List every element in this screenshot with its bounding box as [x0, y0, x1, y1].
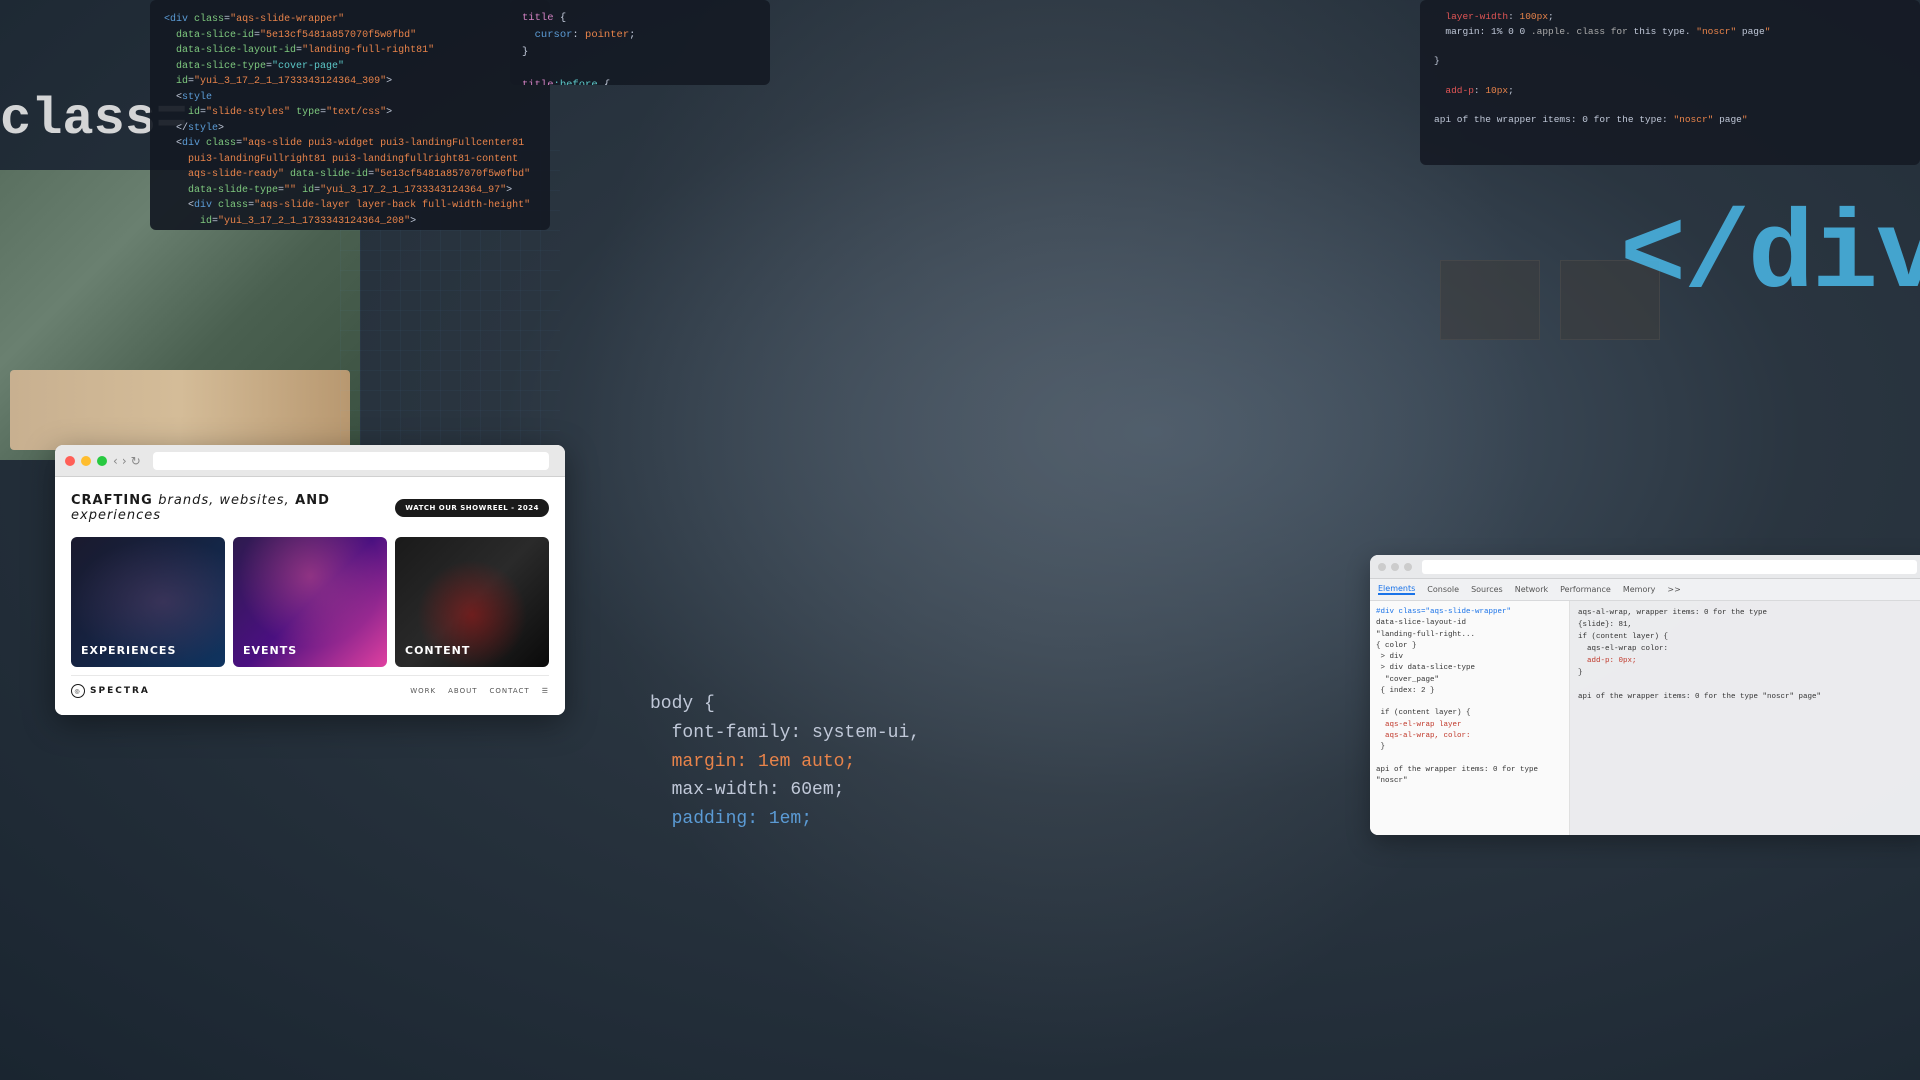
nav-menu[interactable]: ☰	[542, 687, 549, 695]
nav-work[interactable]: WORK	[410, 687, 436, 695]
card-content-label: CONTENT	[405, 644, 470, 657]
code-panel-topright: layer-width: 100px; margin: 1% 0 0 .appl…	[1420, 0, 1920, 165]
browser-maximize-dot	[97, 456, 107, 466]
wall-frame-1	[1440, 260, 1540, 340]
devtools-dot-2	[1391, 563, 1399, 571]
nav-contact[interactable]: CONTACT	[490, 687, 530, 695]
person-silhouette	[576, 0, 1536, 1080]
devtools-tab-more[interactable]: >>	[1667, 585, 1680, 594]
card-content[interactable]: CONTENT	[395, 537, 549, 667]
website-nav: WORK ABOUT CONTACT ☰	[410, 687, 549, 695]
card-experiences[interactable]: EXPERIENCES	[71, 537, 225, 667]
devtools-body: #div class="aqs-slide-wrapper" data-slic…	[1370, 601, 1920, 835]
headline-text: CRAFTING brands, websites, AND experienc…	[71, 493, 395, 523]
devtools-tab-performance[interactable]: Performance	[1560, 585, 1611, 594]
browser-close-dot	[65, 456, 75, 466]
website-cards: EXPERIENCES EVENTS CONTENT	[71, 537, 549, 667]
browser-url-bar	[153, 452, 549, 470]
logo-icon: ◎	[71, 684, 85, 698]
code-panel-topleft: <div class="aqs-slide-wrapper" data-slic…	[150, 0, 550, 230]
devtools-right-panel: aqs-al-wrap, wrapper items: 0 for the ty…	[1570, 601, 1920, 835]
logo-text: SPECTRA	[90, 686, 150, 696]
showreel-button[interactable]: WATCH OUR SHOWREEL - 2024	[395, 499, 549, 517]
card-experiences-label: EXPERIENCES	[81, 644, 176, 657]
devtools-tab-memory[interactable]: Memory	[1623, 585, 1656, 594]
website-content: CRAFTING brands, websites, AND experienc…	[55, 477, 565, 715]
devtools-urlbar	[1422, 560, 1917, 574]
devtools-dot-3	[1404, 563, 1412, 571]
css-code-bottom: body { font-family: system-ui, margin: 1…	[650, 690, 1070, 890]
website-headline: CRAFTING brands, websites, AND experienc…	[71, 493, 549, 523]
card-events-label: EVENTS	[243, 644, 297, 657]
code-panel-topcenter: title { cursor: pointer; } title:before …	[510, 0, 770, 85]
devtools-tab-console[interactable]: Console	[1427, 585, 1459, 594]
website-logo: ◎ SPECTRA	[71, 684, 150, 698]
browser-minimize-dot	[81, 456, 91, 466]
devtools-panel: Elements Console Sources Network Perform…	[1370, 555, 1920, 835]
nav-about[interactable]: ABOUT	[448, 687, 477, 695]
card-events[interactable]: EVENTS	[233, 537, 387, 667]
devtools-dot-1	[1378, 563, 1386, 571]
devtools-left-panel: #div class="aqs-slide-wrapper" data-slic…	[1370, 601, 1570, 835]
devtools-tab-elements[interactable]: Elements	[1378, 584, 1415, 595]
devtools-tab-sources[interactable]: Sources	[1471, 585, 1503, 594]
website-mockup-panel: ‹›↻ CRAFTING brands, websites, AND exper…	[55, 445, 565, 715]
website-footer: ◎ SPECTRA WORK ABOUT CONTACT ☰	[71, 675, 549, 698]
devtools-tabs: Elements Console Sources Network Perform…	[1370, 579, 1920, 601]
devtools-titlebar	[1370, 555, 1920, 579]
browser-bar: ‹›↻	[55, 445, 565, 477]
browser-arrows: ‹›↻	[113, 454, 141, 468]
devtools-tab-network[interactable]: Network	[1515, 585, 1548, 594]
big-div-text: </div	[1620, 195, 1920, 320]
